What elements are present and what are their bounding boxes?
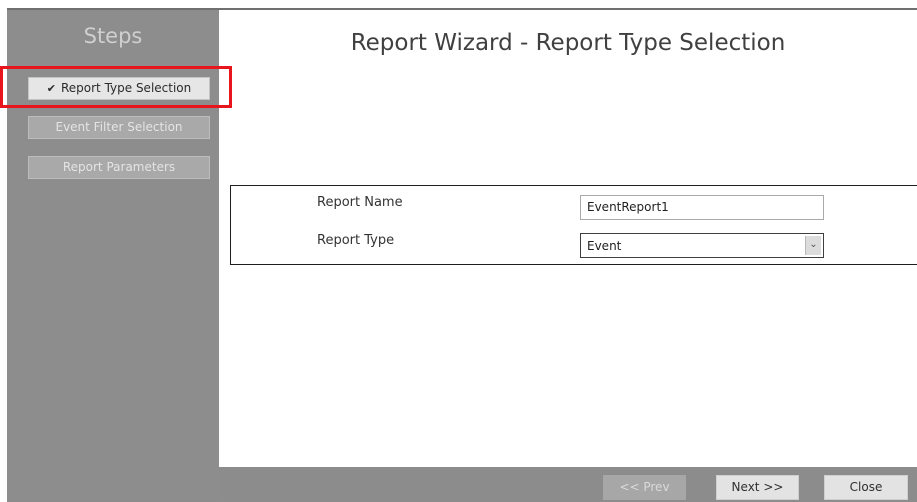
close-button[interactable]: Close xyxy=(824,475,908,500)
steps-title: Steps xyxy=(83,24,143,48)
step-report-type-selection[interactable]: ✔ Report Type Selection xyxy=(28,77,210,100)
report-settings-form: Report Name EventReport1 Report Type Eve… xyxy=(230,185,917,265)
report-name-label: Report Name xyxy=(317,195,403,210)
report-type-label: Report Type xyxy=(317,233,395,248)
page-title: Report Wizard - Report Type Selection xyxy=(350,30,786,56)
steps-sidebar: Steps ✔ Report Type Selection Event Filte… xyxy=(7,10,219,500)
next-button[interactable]: Next >> xyxy=(716,475,799,500)
prev-button[interactable]: << Prev xyxy=(603,475,686,500)
wizard-footer: << Prev Next >> Close xyxy=(219,467,917,500)
chevron-down-icon[interactable]: ⌄ xyxy=(805,236,821,255)
step-event-filter-selection[interactable]: Event Filter Selection xyxy=(28,116,210,139)
report-type-selected-value: Event xyxy=(587,239,622,253)
report-type-select[interactable]: Event ⌄ xyxy=(580,233,824,258)
step-label-event-filter-selection: Event Filter Selection xyxy=(55,120,183,134)
report-wizard-window: Steps ✔ Report Type Selection Event Filte… xyxy=(0,0,917,502)
step-label-report-type-selection: Report Type Selection xyxy=(60,81,192,95)
report-name-input[interactable]: EventReport1 xyxy=(580,195,824,220)
check-icon: ✔ xyxy=(46,82,56,95)
main-content-panel: Report Wizard - Report Type Selection Re… xyxy=(219,10,917,467)
step-report-parameters[interactable]: Report Parameters xyxy=(28,156,210,179)
step-label-report-parameters: Report Parameters xyxy=(62,160,176,174)
